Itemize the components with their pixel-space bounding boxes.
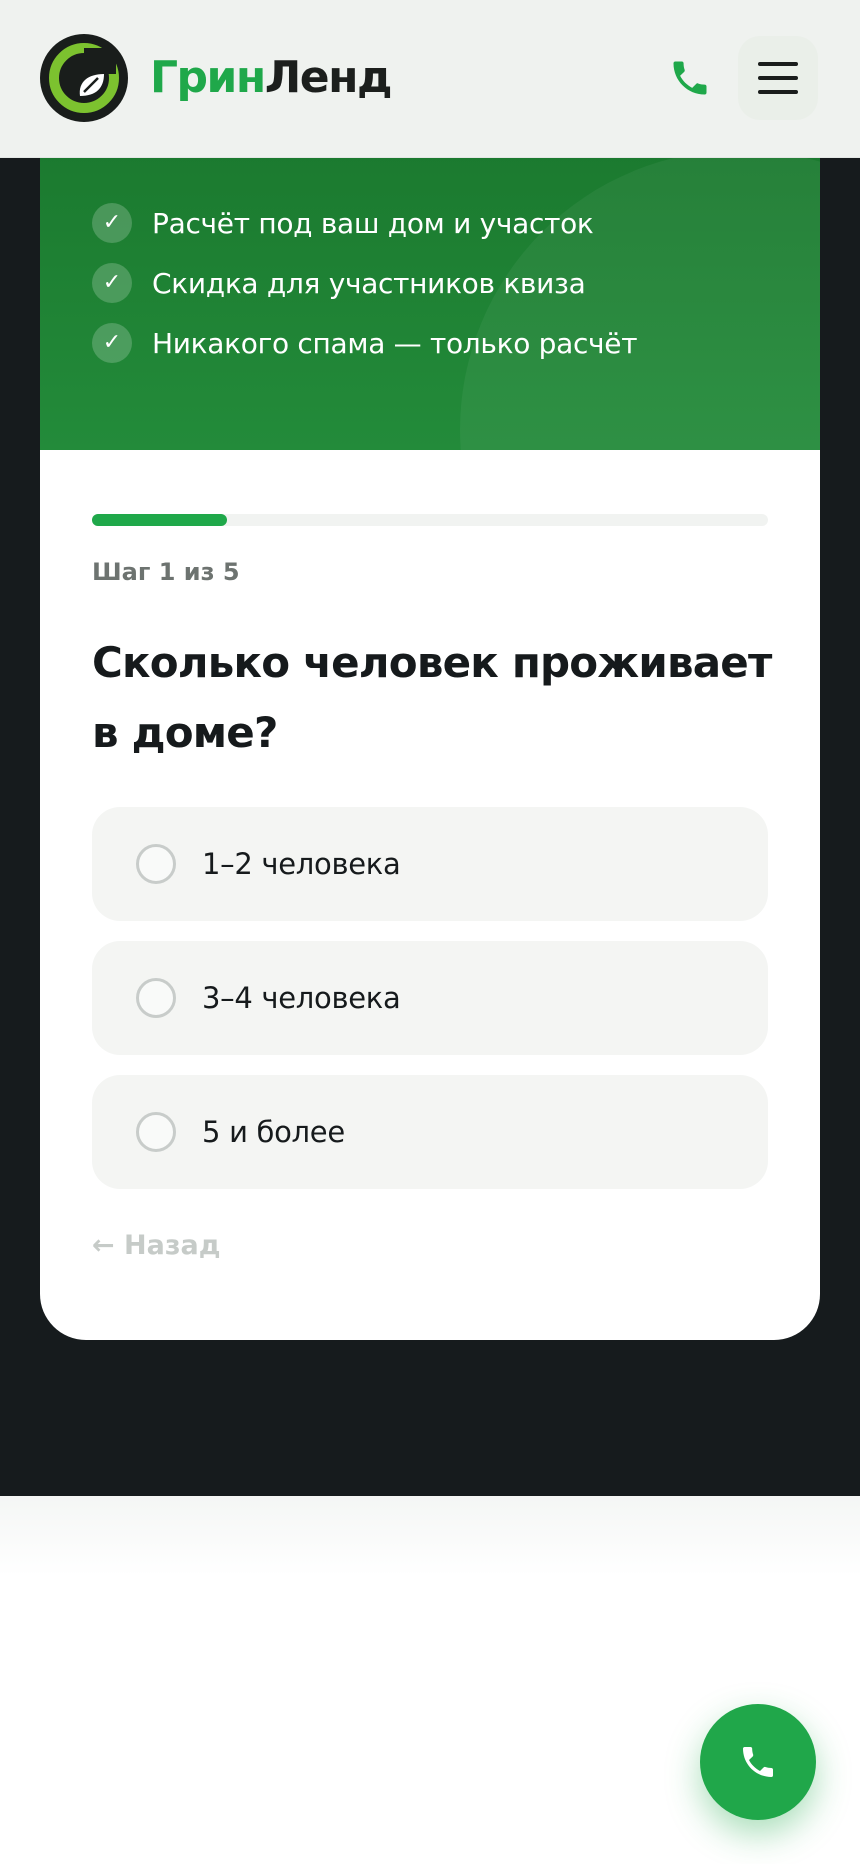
- check-icon: ✓: [92, 323, 132, 363]
- menu-button[interactable]: [738, 36, 818, 120]
- quiz-progress-bar: [92, 514, 768, 526]
- logo-icon[interactable]: [40, 34, 128, 122]
- phone-icon[interactable]: [668, 56, 712, 100]
- benefit-item: ✓ Расчёт под ваш дом и участок: [92, 198, 594, 248]
- radio-button[interactable]: [136, 978, 176, 1018]
- hamburger-menu-icon-line: [758, 76, 798, 80]
- benefit-text: Скидка для участников квиза: [152, 266, 586, 300]
- quiz-question: Сколько человек проживает в доме?: [92, 638, 772, 757]
- option-label: 1–2 человека: [202, 847, 401, 881]
- quiz-progress-fill: [92, 514, 228, 526]
- radio-button[interactable]: [136, 844, 176, 884]
- option-label: 5 и более: [202, 1115, 345, 1149]
- benefit-text: Расчёт под ваш дом и участок: [152, 206, 594, 240]
- benefit-item: ✓ Никакого спама — только расчёт: [92, 318, 638, 368]
- brand-name-part1: Грин: [150, 52, 266, 103]
- check-icon: ✓: [92, 203, 132, 243]
- radio-button[interactable]: [136, 1112, 176, 1152]
- phone-icon: [743, 1747, 773, 1777]
- hamburger-menu-icon: [758, 62, 798, 66]
- benefits-panel: ✓ Расчёт под ваш дом и участок ✓ Скидка …: [40, 150, 820, 450]
- check-icon: ✓: [92, 263, 132, 303]
- quiz-option-3-4[interactable]: 3–4 человека: [92, 941, 768, 1055]
- quiz-card: ✓ Расчёт под ваш дом и участок ✓ Скидка …: [40, 150, 820, 1340]
- step-counter: Шаг 1 из 5: [92, 558, 240, 586]
- section-divider: [0, 1496, 860, 1576]
- site-header: ГринЛенд: [0, 0, 860, 158]
- brand-name[interactable]: ГринЛенд: [150, 48, 393, 108]
- quiz-option-5-plus[interactable]: 5 и более: [92, 1075, 768, 1189]
- benefit-item: ✓ Скидка для участников квиза: [92, 258, 586, 308]
- quiz-option-1-2[interactable]: 1–2 человека: [92, 807, 768, 921]
- back-button[interactable]: ← Назад: [92, 1230, 221, 1261]
- hamburger-menu-icon-line: [758, 90, 798, 94]
- brand-name-part2: Ленд: [264, 52, 393, 103]
- benefit-text: Никакого спама — только расчёт: [152, 326, 638, 360]
- floating-call-button[interactable]: [700, 1704, 816, 1820]
- option-label: 3–4 человека: [202, 981, 401, 1015]
